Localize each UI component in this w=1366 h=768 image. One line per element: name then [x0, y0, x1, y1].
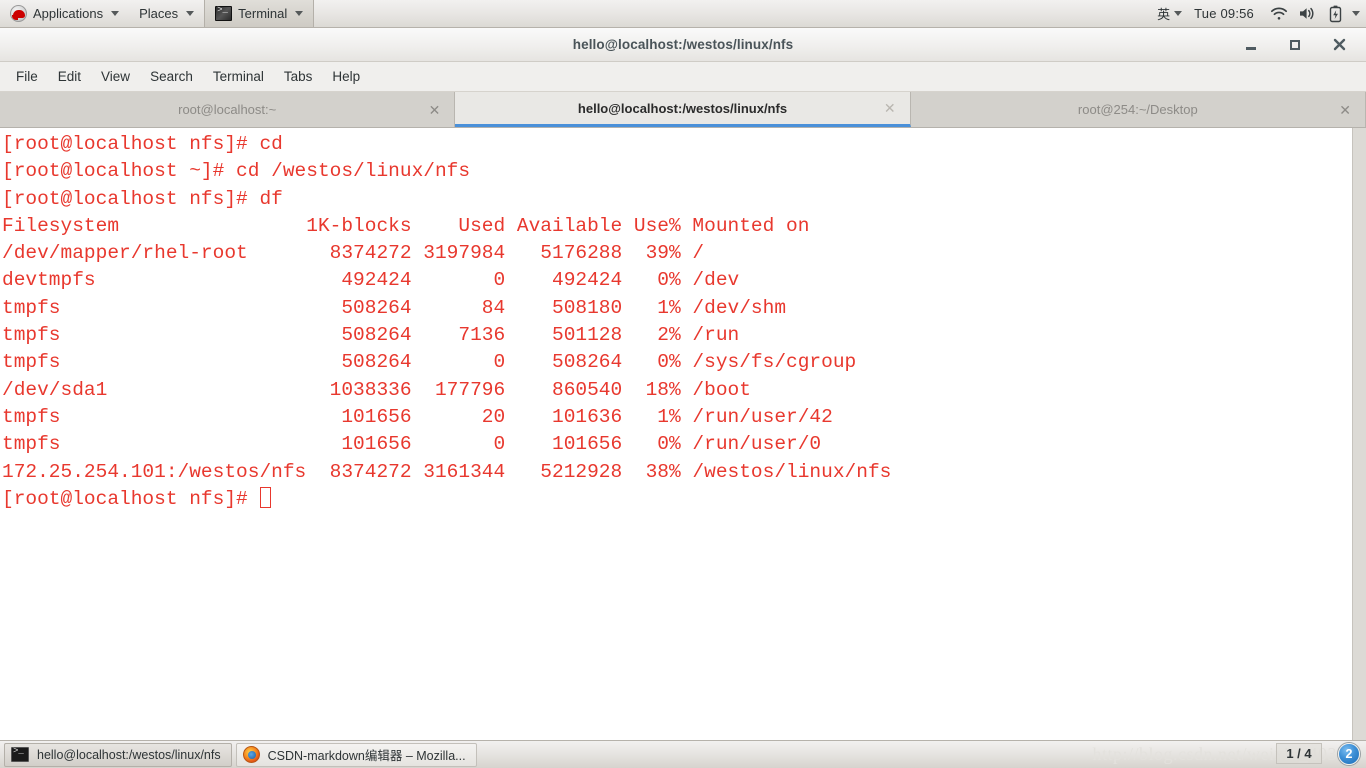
terminal-icon — [11, 746, 29, 762]
menu-search[interactable]: Search — [140, 66, 203, 87]
minimize-icon — [1246, 46, 1256, 50]
applications-menu[interactable]: Applications — [0, 0, 129, 27]
window-controls — [1242, 36, 1366, 54]
maximize-icon — [1290, 39, 1300, 50]
taskbar-item-terminal[interactable]: hello@localhost:/westos/linux/nfs — [4, 742, 232, 767]
tab-label: root@254:~/Desktop — [1077, 102, 1198, 117]
places-menu-label: Places — [139, 6, 179, 21]
tab-root-254-desktop[interactable]: root@254:~/Desktop ✕ — [910, 92, 1366, 127]
notification-badge[interactable]: 2 — [1338, 743, 1360, 765]
applications-menu-label: Applications — [33, 6, 104, 21]
firefox-icon — [242, 746, 260, 763]
menu-view[interactable]: View — [91, 66, 140, 87]
system-menu-chevron-down-icon[interactable] — [1352, 11, 1360, 16]
menu-bar: File Edit View Search Terminal Tabs Help — [0, 62, 1366, 92]
redhat-logo-icon — [10, 5, 27, 22]
bottom-panel: hello@localhost:/westos/linux/nfs CSDN-m… — [0, 740, 1366, 768]
menu-edit[interactable]: Edit — [48, 66, 91, 87]
chevron-down-icon — [111, 11, 120, 16]
terminal-scrollback: [root@localhost nfs]# cd [root@localhost… — [2, 133, 892, 483]
window-title: hello@localhost:/westos/linux/nfs — [572, 37, 794, 52]
window-titlebar[interactable]: hello@localhost:/westos/linux/nfs — [0, 28, 1366, 62]
workspace-switcher[interactable]: 1 / 4 — [1276, 743, 1322, 764]
terminal-cursor — [260, 486, 272, 508]
taskbar-item-label: CSDN-markdown编辑器 – Mozilla... — [267, 749, 466, 763]
tab-label: root@localhost:~ — [178, 102, 277, 117]
menu-tabs[interactable]: Tabs — [274, 66, 323, 87]
tab-bar: root@localhost:~ ✕ hello@localhost:/west… — [0, 92, 1366, 128]
terminal-text: [root@localhost nfs]# cd [root@localhost… — [2, 131, 1352, 513]
close-icon — [1333, 38, 1345, 51]
terminal-prompt: [root@localhost nfs]# — [2, 487, 260, 510]
tab-close-icon[interactable]: ✕ — [1339, 103, 1351, 117]
menu-file[interactable]: File — [6, 66, 48, 87]
terminal-area: [root@localhost nfs]# cd [root@localhost… — [0, 128, 1366, 740]
terminal-icon — [215, 5, 233, 21]
terminal-output[interactable]: [root@localhost nfs]# cd [root@localhost… — [0, 128, 1352, 740]
chevron-down-icon[interactable] — [1174, 11, 1183, 16]
active-window-menu-label: Terminal — [238, 6, 288, 21]
taskbar-item-firefox[interactable]: CSDN-markdown编辑器 – Mozilla... — [235, 742, 477, 767]
chevron-down-icon — [295, 11, 304, 16]
input-method-indicator[interactable]: 英 — [1157, 4, 1170, 23]
menu-help[interactable]: Help — [322, 66, 370, 87]
top-panel: Applications Places Terminal 英 Tue 09:56 — [0, 0, 1366, 28]
desktop-screen: Applications Places Terminal 英 Tue 09:56 — [0, 0, 1366, 768]
terminal-window: hello@localhost:/westos/linux/nfs File E… — [0, 28, 1366, 740]
maximize-button[interactable] — [1286, 36, 1304, 54]
chevron-down-icon — [186, 11, 195, 16]
taskbar-item-label: hello@localhost:/westos/linux/nfs — [37, 747, 221, 762]
places-menu[interactable]: Places — [129, 0, 204, 27]
tab-root-localhost[interactable]: root@localhost:~ ✕ — [0, 92, 456, 127]
active-window-menu[interactable]: Terminal — [204, 0, 315, 27]
tab-close-icon[interactable]: ✕ — [884, 101, 896, 115]
menu-terminal[interactable]: Terminal — [203, 66, 274, 87]
wifi-icon[interactable] — [1266, 1, 1292, 27]
tab-label: hello@localhost:/westos/linux/nfs — [577, 100, 788, 116]
battery-icon[interactable] — [1322, 1, 1348, 27]
tab-hello-localhost-nfs[interactable]: hello@localhost:/westos/linux/nfs ✕ — [455, 92, 911, 127]
volume-icon[interactable] — [1294, 1, 1320, 27]
terminal-scrollbar[interactable] — [1352, 128, 1366, 740]
top-panel-tray: 英 Tue 09:56 — [1157, 1, 1366, 27]
minimize-button[interactable] — [1242, 36, 1260, 54]
tab-close-icon[interactable]: ✕ — [429, 103, 441, 117]
close-button[interactable] — [1330, 36, 1348, 54]
clock[interactable]: Tue 09:56 — [1184, 6, 1264, 21]
